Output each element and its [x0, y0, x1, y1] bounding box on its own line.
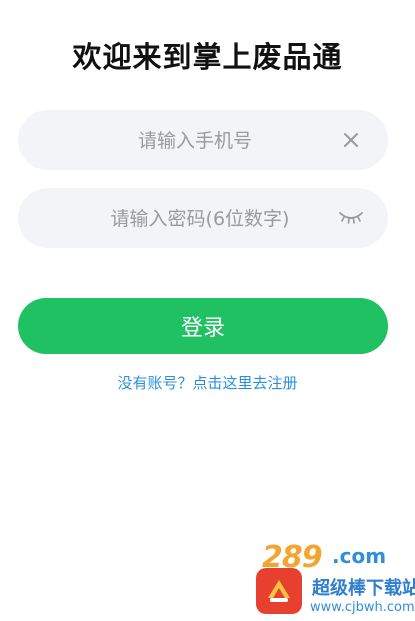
- password-field[interactable]: [18, 188, 388, 250]
- page-title: 欢迎来到掌上废品通: [72, 40, 343, 74]
- password-input[interactable]: [48, 188, 352, 250]
- register-link[interactable]: 没有账号？点击这里去注册: [0, 372, 415, 393]
- close-icon[interactable]: [340, 129, 362, 151]
- watermark-brand-number: 289: [262, 540, 323, 575]
- login-button[interactable]: 登录: [18, 298, 388, 354]
- watermark-url: www.cjbwh.com: [310, 600, 415, 615]
- watermark-brand-suffix: .com: [332, 544, 387, 568]
- watermark-site-name: 超级棒下载站: [312, 578, 415, 599]
- phone-input[interactable]: [58, 110, 332, 172]
- watermark: 289 .com 超级棒下载站 www.cjbwh.com: [252, 540, 415, 621]
- eye-closed-icon[interactable]: [338, 208, 364, 226]
- phone-field[interactable]: [18, 110, 388, 172]
